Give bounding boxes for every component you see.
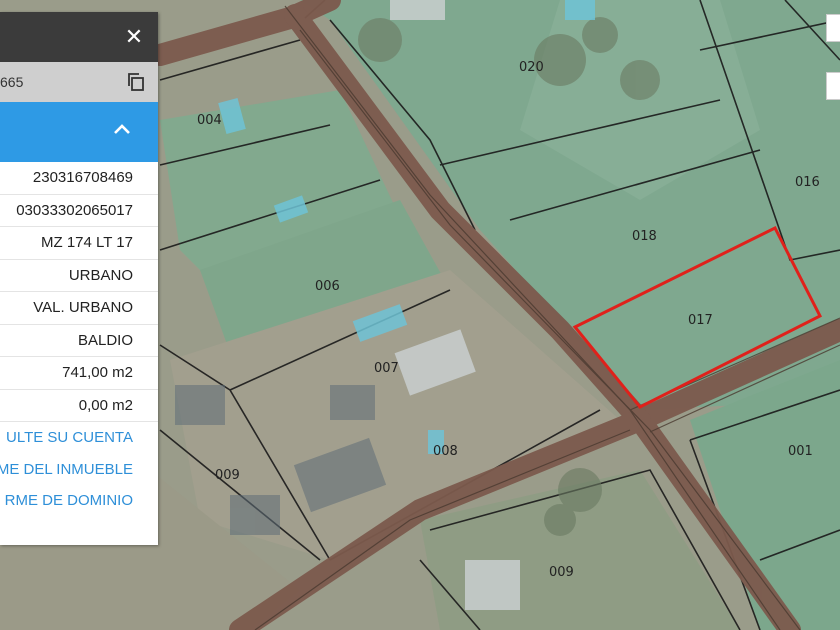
attr-value: VAL. URBANO	[33, 299, 133, 316]
attr-value: 741,00 m2	[62, 364, 133, 381]
section-header-collapse[interactable]	[0, 102, 158, 162]
parcel-label: 020	[519, 60, 544, 75]
attr-row: VAL. URBANO	[0, 292, 158, 325]
parcel-info-panel: ✕ 665 230316708469 03033302065017 MZ 174…	[0, 12, 158, 545]
parcel-label: 006	[315, 279, 340, 294]
account-link[interactable]: ULTE SU CUENTA	[0, 422, 158, 454]
attr-value: 230316708469	[32, 169, 133, 186]
parcel-id-text: 665	[0, 74, 24, 90]
chevron-up-icon	[114, 124, 130, 134]
panel-header: ✕	[0, 12, 158, 62]
parcel-label: 016	[795, 175, 820, 190]
attr-value: MZ 174 LT 17	[41, 234, 133, 251]
parcel-label: 008	[433, 444, 458, 459]
attr-row: MZ 174 LT 17	[0, 227, 158, 260]
property-report-link[interactable]: ME DEL INMUEBLE	[0, 454, 158, 486]
attr-value: 0,00 m2	[78, 396, 133, 414]
parcel-attributes-list: 230316708469 03033302065017 MZ 174 LT 17…	[0, 162, 158, 517]
parcel-id-bar: 665	[0, 62, 158, 102]
zoom-out-button[interactable]	[826, 72, 840, 100]
parcel-label: 017	[688, 313, 713, 328]
parcel-label: 009	[215, 468, 240, 483]
attr-value: 03033302065017	[16, 201, 133, 219]
parcel-label: 001	[788, 444, 813, 459]
domain-report-link[interactable]: RME DE DOMINIO	[0, 485, 158, 517]
attr-value: URBANO	[68, 266, 133, 284]
parcel-label: 007	[374, 361, 399, 376]
attr-row: 230316708469	[0, 162, 158, 195]
attr-row: URBANO	[0, 260, 158, 292]
attr-row: 741,00 m2	[0, 357, 158, 390]
attr-row: 0,00 m2	[0, 390, 158, 422]
parcel-label: 018	[632, 229, 657, 244]
close-button[interactable]: ✕	[122, 24, 146, 50]
parcel-label: 004	[197, 113, 222, 128]
attr-row: BALDIO	[0, 325, 158, 357]
attr-value: BALDIO	[77, 331, 133, 349]
zoom-in-button[interactable]	[826, 14, 840, 42]
copy-icon[interactable]	[126, 72, 146, 92]
parcel-label: 009	[549, 565, 574, 580]
attr-row: 03033302065017	[0, 195, 158, 227]
